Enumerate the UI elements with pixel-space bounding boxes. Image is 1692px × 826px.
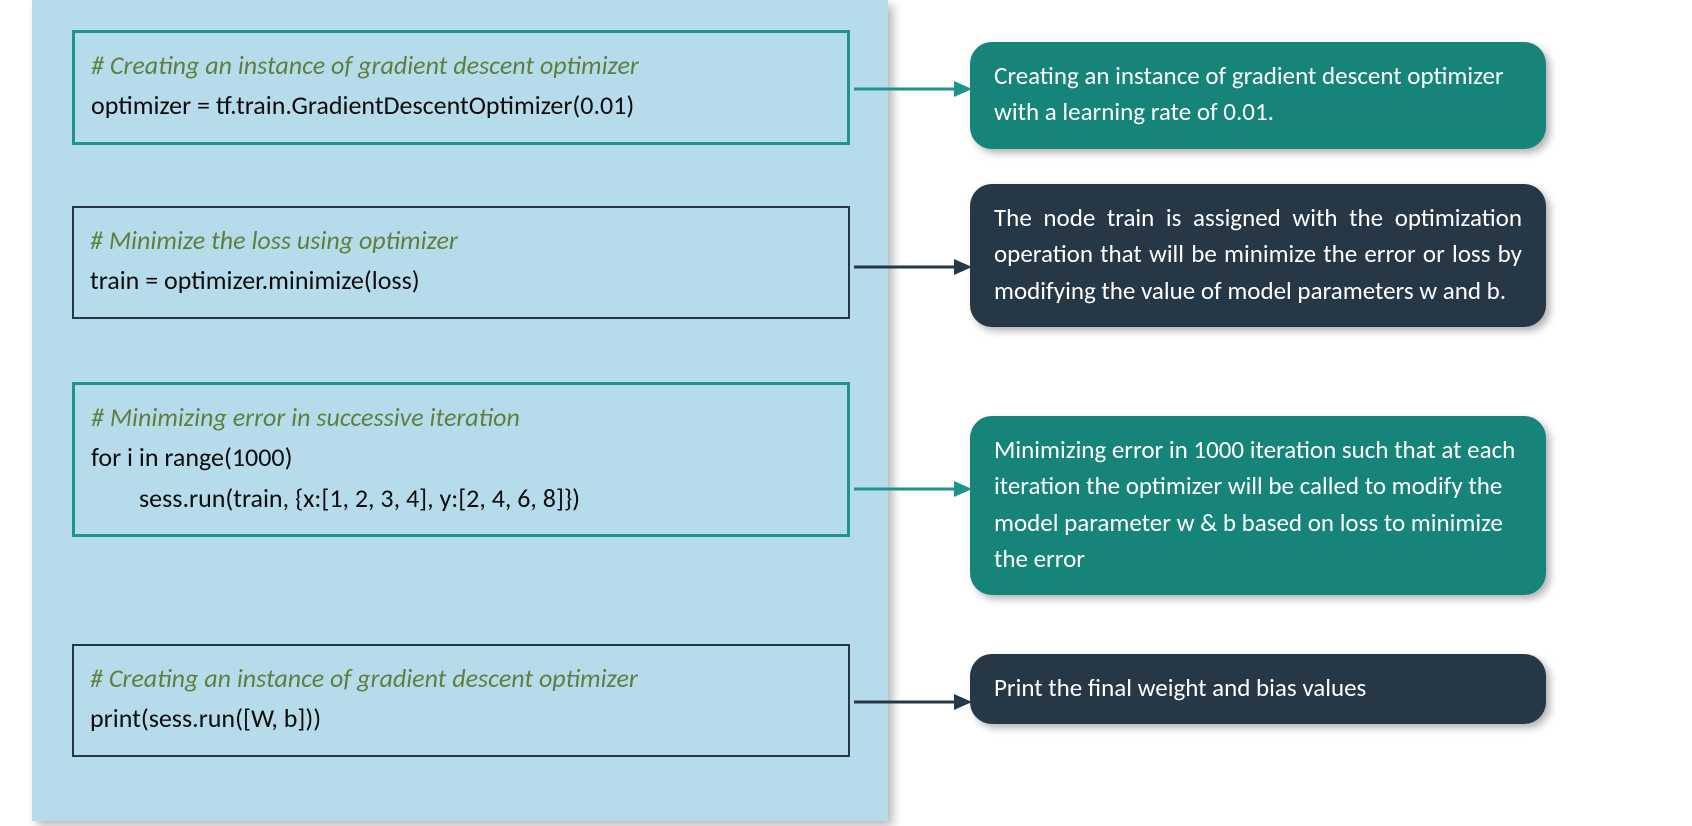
code-line: train = optimizer.minimize(loss)	[90, 260, 832, 300]
code-line: print(sess.run([W, b]))	[90, 698, 832, 738]
code-comment: # Creating an instance of gradient desce…	[90, 658, 832, 698]
callout-text: Print the final weight and bias values	[994, 672, 1366, 703]
callout-text: The node train is assigned with the opti…	[994, 202, 1522, 306]
callout-3: Minimizing error in 1000 iteration such …	[970, 416, 1546, 595]
code-line: sess.run(train, {x:[1, 2, 3, 4], y:[2, 4…	[91, 478, 831, 518]
code-block-2: # Minimize the loss using optimizer trai…	[72, 206, 850, 319]
code-block-4: # Creating an instance of gradient desce…	[72, 644, 850, 757]
code-comment: # Minimizing error in successive iterati…	[91, 397, 831, 437]
diagram-stage: # Creating an instance of gradient desce…	[0, 0, 1692, 826]
code-block-1: # Creating an instance of gradient desce…	[72, 30, 850, 145]
callout-1: Creating an instance of gradient descent…	[970, 42, 1546, 149]
code-block-3: # Minimizing error in successive iterati…	[72, 382, 850, 537]
code-comment: # Minimize the loss using optimizer	[90, 220, 832, 260]
code-line: optimizer = tf.train.GradientDescentOpti…	[91, 85, 831, 125]
callout-text: Creating an instance of gradient descent…	[994, 60, 1504, 127]
code-comment: # Creating an instance of gradient desce…	[91, 45, 831, 85]
callout-2: The node train is assigned with the opti…	[970, 184, 1546, 327]
code-line: for i in range(1000)	[91, 437, 831, 477]
callout-text: Minimizing error in 1000 iteration such …	[994, 434, 1515, 574]
code-panel: # Creating an instance of gradient desce…	[32, 0, 888, 821]
callout-4: Print the final weight and bias values	[970, 654, 1546, 724]
